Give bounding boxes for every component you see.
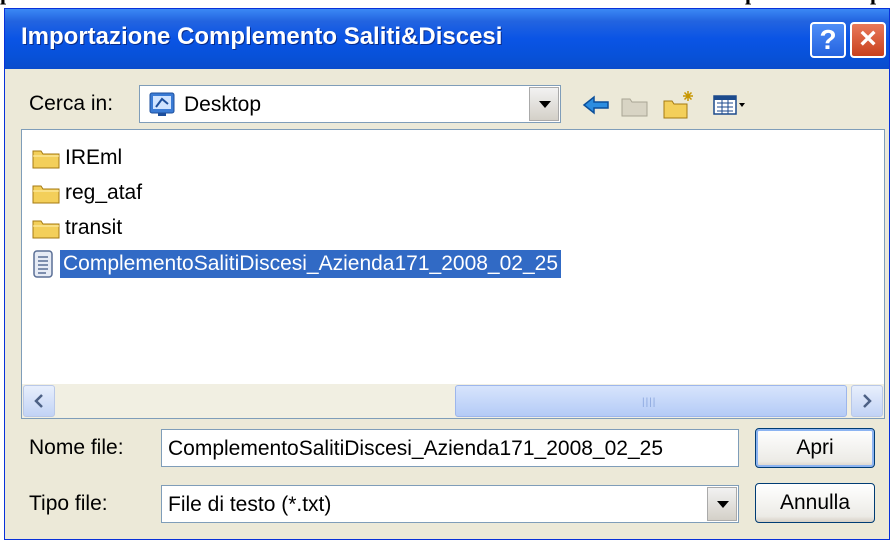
chevron-down-icon[interactable]: [707, 487, 737, 521]
list-item-selected[interactable]: ComplementoSalitiDiscesi_Azienda171_2008…: [32, 248, 561, 280]
scroll-left-button[interactable]: [23, 385, 55, 417]
horizontal-scrollbar[interactable]: ||||: [22, 384, 884, 418]
folder-icon: [32, 185, 60, 204]
scroll-right-button[interactable]: [851, 385, 883, 417]
lookin-label: Cerca in:: [29, 92, 114, 115]
filetype-value: File di testo (*.txt): [168, 493, 332, 516]
file-name: reg_ataf: [65, 181, 143, 204]
new-folder-icon[interactable]: [661, 88, 695, 122]
open-button[interactable]: Apri: [755, 428, 875, 468]
view-menu-icon[interactable]: [711, 88, 747, 122]
lookin-value: Desktop: [184, 93, 262, 116]
help-button[interactable]: ?: [810, 22, 846, 58]
file-name: IREml: [65, 146, 123, 169]
filename-label: Nome file:: [29, 436, 124, 459]
up-folder-icon[interactable]: [619, 88, 651, 122]
filetype-dropdown[interactable]: File di testo (*.txt): [161, 485, 739, 523]
cancel-button[interactable]: Annulla: [755, 483, 875, 523]
window-title: Importazione Complemento Saliti&Discesi: [21, 23, 503, 50]
list-item[interactable]: reg_ataf: [32, 177, 145, 209]
title-bar[interactable]: Importazione Complemento Saliti&Discesi …: [5, 9, 889, 69]
back-arrow-icon[interactable]: [580, 88, 612, 122]
chevron-left-icon: [34, 394, 43, 408]
filename-field[interactable]: ComplementoSalitiDiscesi_Azienda171_2008…: [161, 429, 739, 467]
lookin-dropdown[interactable]: Desktop: [139, 85, 561, 123]
text-file-icon: [33, 250, 53, 278]
desktop-icon: [149, 92, 175, 116]
open-file-dialog: Importazione Complemento Saliti&Discesi …: [4, 8, 890, 540]
file-name: ComplementoSalitiDiscesi_Azienda171_2008…: [60, 250, 561, 278]
close-button[interactable]: ×: [850, 22, 886, 58]
list-item[interactable]: IREml: [32, 142, 125, 174]
background-document-text: p p p: [0, 0, 893, 8]
file-name: transit: [65, 216, 123, 239]
folder-icon: [32, 220, 60, 239]
chevron-right-icon: [863, 394, 872, 408]
folder-icon: [32, 150, 60, 169]
list-item[interactable]: transit: [32, 212, 125, 244]
file-list[interactable]: IREml reg_ataf transit ComplementoSaliti…: [21, 129, 885, 419]
grip-icon: ||||: [642, 397, 657, 408]
chevron-down-icon[interactable]: [529, 87, 559, 121]
filename-value: ComplementoSalitiDiscesi_Azienda171_2008…: [168, 437, 663, 460]
scroll-thumb[interactable]: ||||: [455, 385, 847, 417]
filetype-label: Tipo file:: [29, 492, 108, 515]
